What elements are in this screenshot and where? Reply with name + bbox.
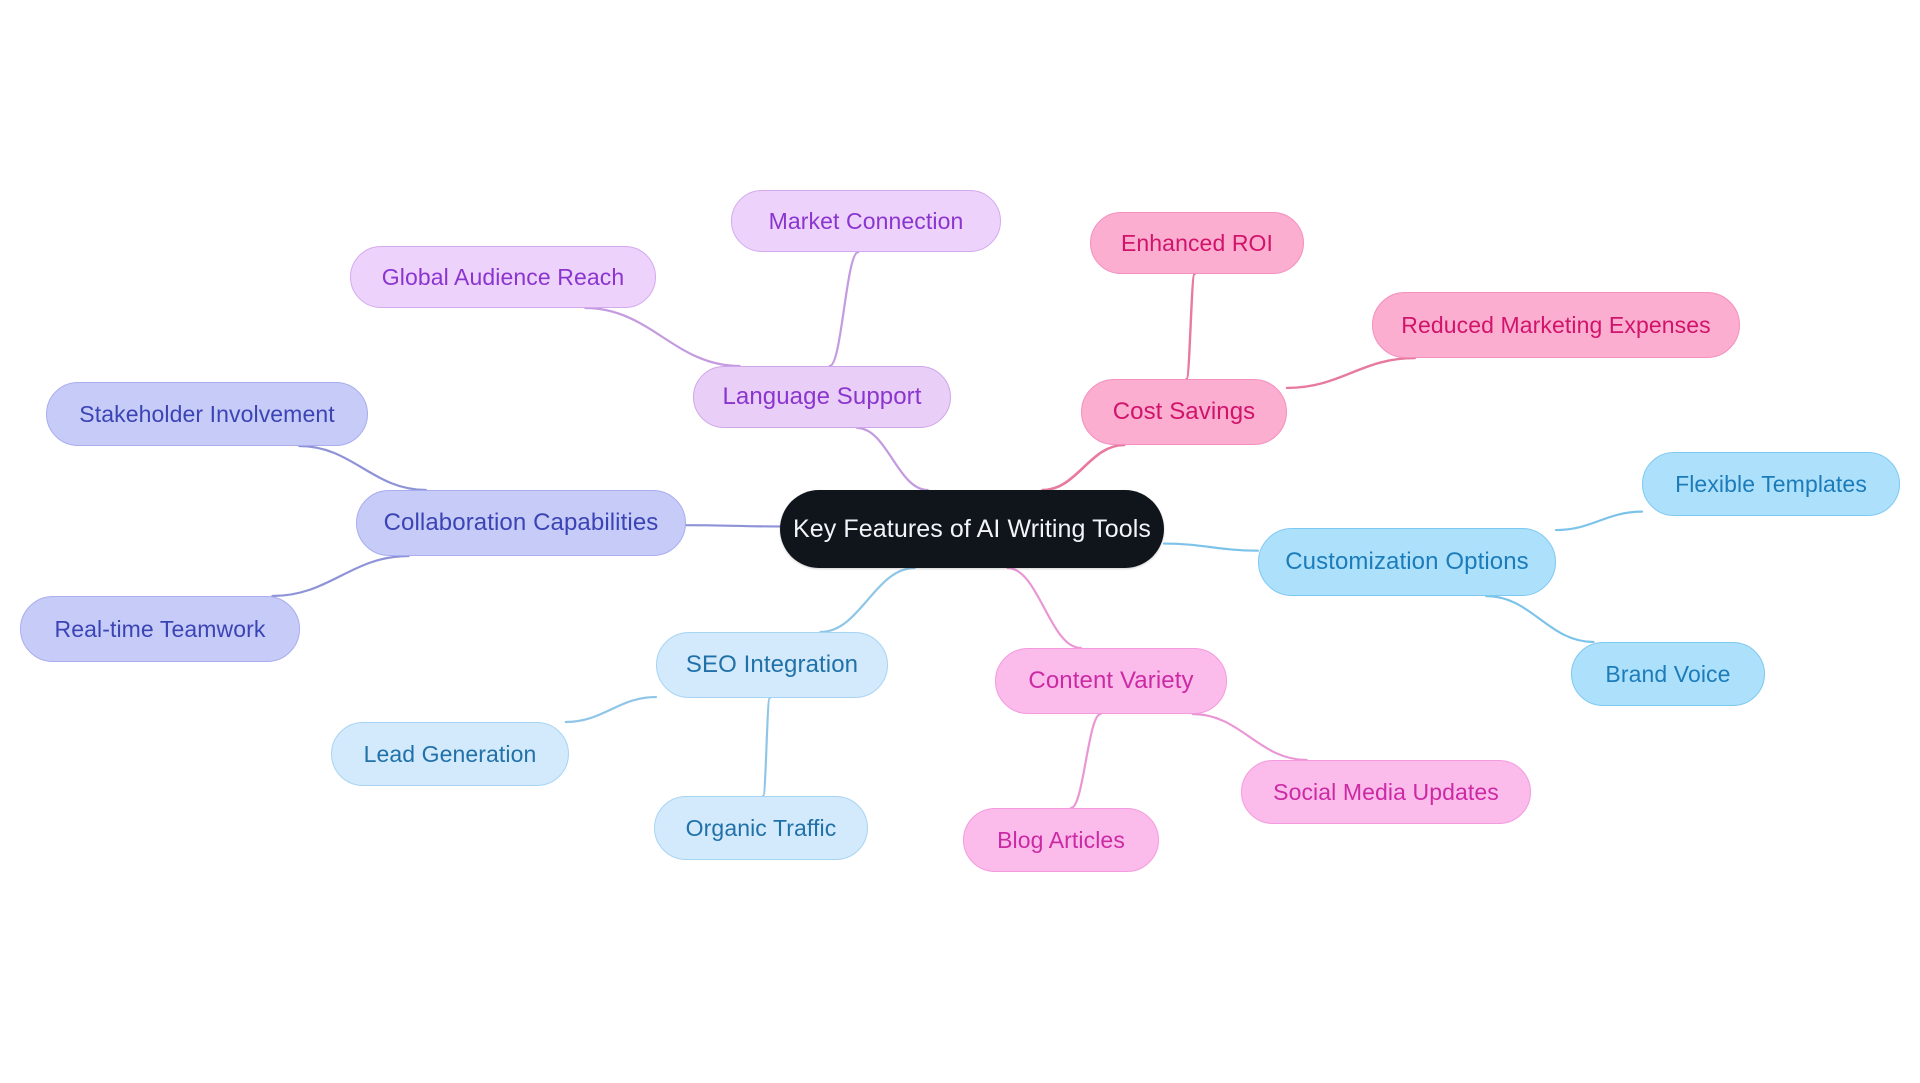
mindmap-edge-collab-real-time-teamwork [271,554,410,598]
mindmap-node-label: Language Support [722,383,922,410]
mindmap-node-label: Content Variety [1028,667,1194,694]
mindmap-node-cost-savings[interactable]: Cost Savings [1081,379,1287,445]
mindmap-node-flexible-templates[interactable]: Flexible Templates [1642,452,1900,516]
mindmap-canvas: Key Features of AI Writing Tools Language… [0,0,1920,1083]
mindmap-node-label: Global Audience Reach [381,263,625,290]
mindmap-node-label: Social Media Updates [1273,778,1499,805]
mindmap-edge-root-seo-integration [819,566,916,634]
mindmap-node-label: Brand Voice [1605,660,1731,687]
mindmap-edge-root-customization-options [1162,542,1260,552]
mindmap-edge-root-cost-savings [1041,443,1126,492]
mindmap-node-lead-generation[interactable]: Lead Generation [331,722,569,786]
mindmap-node-root[interactable]: Key Features of AI Writing Tools [780,490,1164,568]
mindmap-edge-root-language-support [856,426,929,492]
mindmap-node-label: Real-time Teamwork [54,615,266,642]
mindmap-edge-root-content-variety [1006,566,1082,650]
mindmap-node-label: Blog Articles [997,826,1125,853]
mindmap-edge-collab-stakeholder [298,444,428,492]
mindmap-node-label: Flexible Templates [1675,470,1867,497]
mindmap-edge-content-variety-blog-articles [1069,712,1102,810]
mindmap-node-label: Collaboration Capabilities [383,509,659,536]
mindmap-node-label: Customization Options [1285,548,1529,575]
mindmap-node-content-variety[interactable]: Content Variety [995,648,1227,714]
mindmap-edge-seo-organic-traffic [762,696,771,798]
mindmap-node-blog-articles[interactable]: Blog Articles [963,808,1159,872]
mindmap-node-label: Market Connection [768,207,964,234]
mindmap-node-label: SEO Integration [685,651,859,678]
mindmap-node-enhanced-roi[interactable]: Enhanced ROI [1090,212,1304,274]
mindmap-node-customization-options[interactable]: Customization Options [1258,528,1556,596]
mindmap-node-brand-voice[interactable]: Brand Voice [1571,642,1765,706]
mindmap-edge-language-support-market-connection [828,250,860,368]
mindmap-node-collaboration-capabilities[interactable]: Collaboration Capabilities [356,490,686,556]
mindmap-edge-content-variety-social-media [1191,712,1308,762]
mindmap-node-reduced-marketing-expenses[interactable]: Reduced Marketing Expenses [1372,292,1740,358]
mindmap-node-market-connection[interactable]: Market Connection [731,190,1001,252]
mindmap-edge-seo-lead-generation [564,695,658,724]
mindmap-node-label: Lead Generation [363,740,537,767]
mindmap-edge-customization-flexible-templates [1554,510,1644,532]
mindmap-node-language-support[interactable]: Language Support [693,366,951,428]
mindmap-node-social-media-updates[interactable]: Social Media Updates [1241,760,1531,824]
mindmap-node-organic-traffic[interactable]: Organic Traffic [654,796,868,860]
mindmap-node-stakeholder-involvement[interactable]: Stakeholder Involvement [46,382,368,446]
mindmap-edge-language-support-global-audience [584,306,741,368]
mindmap-node-label: Cost Savings [1112,398,1256,425]
mindmap-edge-customization-brand-voice [1485,594,1595,644]
mindmap-edge-root-collaboration-capabilities [684,524,782,528]
mindmap-node-seo-integration[interactable]: SEO Integration [656,632,888,698]
mindmap-node-label: Key Features of AI Writing Tools [793,514,1151,543]
mindmap-node-label: Stakeholder Involvement [79,400,335,427]
mindmap-node-global-audience-reach[interactable]: Global Audience Reach [350,246,656,308]
mindmap-node-label: Organic Traffic [685,814,837,841]
mindmap-node-label: Reduced Marketing Expenses [1401,311,1711,338]
mindmap-node-real-time-teamwork[interactable]: Real-time Teamwork [20,596,300,662]
mindmap-node-label: Enhanced ROI [1120,229,1274,256]
mindmap-edge-cost-savings-enhanced-roi [1185,272,1196,381]
mindmap-edge-cost-savings-reduced-marketing [1285,356,1417,390]
